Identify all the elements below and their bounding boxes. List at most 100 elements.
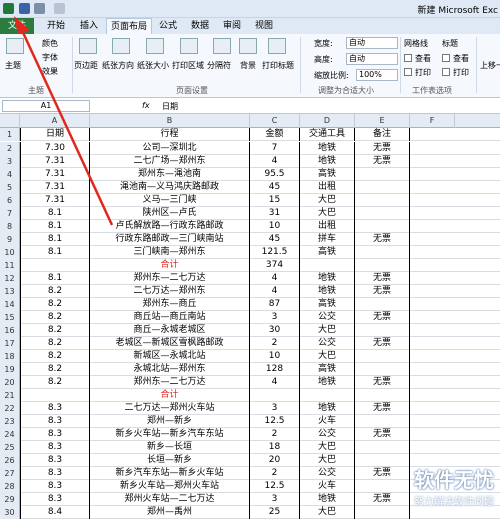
table-cell[interactable]: 45 xyxy=(250,181,300,194)
table-cell[interactable]: 128 xyxy=(250,363,300,376)
table-cell[interactable]: 2 xyxy=(250,428,300,441)
row-number[interactable]: 5 xyxy=(0,181,20,194)
background-button[interactable]: 背景 xyxy=(240,60,256,71)
margins-icon[interactable] xyxy=(79,38,97,54)
table-cell[interactable]: 大巴 xyxy=(300,207,355,220)
table-cell[interactable]: 8.2 xyxy=(20,337,90,350)
row-number[interactable]: 27 xyxy=(0,467,20,480)
table-cell[interactable] xyxy=(355,441,410,454)
table-cell[interactable]: 出租 xyxy=(300,220,355,233)
table-cell[interactable]: 8.2 xyxy=(20,376,90,389)
table-cell[interactable]: 8.4 xyxy=(20,506,90,519)
width-select[interactable]: 自动 xyxy=(346,37,398,49)
row-number[interactable]: 8 xyxy=(0,220,20,233)
row-number[interactable]: 7 xyxy=(0,207,20,220)
table-cell[interactable]: 新城区—永城北站 xyxy=(90,350,250,363)
table-cell[interactable]: 无票 xyxy=(355,272,410,285)
row-number[interactable]: 18 xyxy=(0,350,20,363)
table-cell[interactable]: 10 xyxy=(250,220,300,233)
table-cell[interactable]: 3 xyxy=(250,311,300,324)
gridlines-view-checkbox[interactable] xyxy=(404,54,412,62)
tab-file[interactable]: 文件 xyxy=(0,18,34,34)
redo-icon[interactable] xyxy=(54,3,65,14)
table-cell[interactable]: 火车 xyxy=(300,415,355,428)
table-cell[interactable]: 7 xyxy=(250,142,300,155)
row-number[interactable]: 10 xyxy=(0,246,20,259)
row-number[interactable]: 28 xyxy=(0,480,20,493)
table-cell[interactable]: 出租 xyxy=(300,181,355,194)
orientation-icon[interactable] xyxy=(112,38,130,54)
column-header-c[interactable]: C xyxy=(250,114,300,128)
table-cell[interactable]: 8.1 xyxy=(20,233,90,246)
table-cell[interactable]: 郑州东—渑池南 xyxy=(90,168,250,181)
size-icon[interactable] xyxy=(146,38,164,54)
table-cell[interactable]: 地铁 xyxy=(300,155,355,168)
row-number[interactable]: 24 xyxy=(0,428,20,441)
row-number[interactable]: 11 xyxy=(0,259,20,272)
row-number[interactable]: 29 xyxy=(0,493,20,506)
name-box[interactable]: A1 xyxy=(2,100,90,112)
table-cell[interactable]: 高铁 xyxy=(300,298,355,311)
table-cell[interactable]: 行政东路邮政—三门峡南站 xyxy=(90,233,250,246)
table-cell[interactable]: 大巴 xyxy=(300,350,355,363)
table-cell[interactable]: 陕州区—卢氏 xyxy=(90,207,250,220)
table-cell[interactable] xyxy=(355,298,410,311)
tab-insert[interactable]: 插入 xyxy=(74,18,104,34)
row-number[interactable]: 30 xyxy=(0,506,20,519)
table-cell[interactable]: 郑州火车站—二七万达 xyxy=(90,493,250,506)
header-date[interactable]: 日期 xyxy=(20,128,90,141)
save-icon[interactable] xyxy=(19,3,30,14)
table-cell[interactable]: 合计 xyxy=(90,259,250,272)
height-select[interactable]: 自动 xyxy=(346,53,398,65)
table-cell[interactable]: 8.2 xyxy=(20,285,90,298)
table-cell[interactable] xyxy=(300,389,355,402)
table-cell[interactable]: 7.31 xyxy=(20,194,90,207)
table-cell[interactable]: 8.2 xyxy=(20,311,90,324)
table-cell[interactable]: 合计 xyxy=(90,389,250,402)
table-cell[interactable]: 7.30 xyxy=(20,142,90,155)
table-cell[interactable]: 无票 xyxy=(355,376,410,389)
table-cell[interactable] xyxy=(355,363,410,376)
table-cell[interactable]: 30 xyxy=(250,324,300,337)
table-cell[interactable] xyxy=(355,324,410,337)
table-cell[interactable]: 8.3 xyxy=(20,480,90,493)
table-cell[interactable]: 地铁 xyxy=(300,142,355,155)
table-cell[interactable]: 7.31 xyxy=(20,168,90,181)
table-cell[interactable]: 4 xyxy=(250,155,300,168)
table-cell[interactable]: 永城北站—郑州东 xyxy=(90,363,250,376)
column-header-a[interactable]: A xyxy=(20,114,90,128)
table-cell[interactable]: 大巴 xyxy=(300,454,355,467)
table-cell[interactable]: 2 xyxy=(250,337,300,350)
print-area-button[interactable]: 打印区域 xyxy=(172,60,204,71)
column-header-f[interactable]: F xyxy=(410,114,455,128)
table-cell[interactable] xyxy=(355,389,410,402)
table-cell[interactable]: 12.5 xyxy=(250,480,300,493)
table-cell[interactable] xyxy=(355,415,410,428)
table-cell[interactable]: 地铁 xyxy=(300,402,355,415)
table-cell[interactable]: 义马—三门峡 xyxy=(90,194,250,207)
tab-home[interactable]: 开始 xyxy=(40,18,72,34)
table-cell[interactable]: 地铁 xyxy=(300,285,355,298)
column-header-e[interactable]: E xyxy=(355,114,410,128)
table-cell[interactable]: 20 xyxy=(250,454,300,467)
table-cell[interactable]: 3 xyxy=(250,493,300,506)
table-cell[interactable]: 大巴 xyxy=(300,506,355,519)
table-cell[interactable]: 无票 xyxy=(355,337,410,350)
print-titles-icon[interactable] xyxy=(268,38,286,54)
row-number[interactable]: 17 xyxy=(0,337,20,350)
table-cell[interactable]: 长垣—新乡 xyxy=(90,454,250,467)
table-cell[interactable]: 三门峡南—郑州东 xyxy=(90,246,250,259)
table-cell[interactable]: 渑池南—义马鸿庆路邮政 xyxy=(90,181,250,194)
table-cell[interactable]: 无票 xyxy=(355,428,410,441)
row-number[interactable]: 2 xyxy=(0,142,20,155)
background-icon[interactable] xyxy=(239,38,257,54)
table-cell[interactable]: 8.1 xyxy=(20,272,90,285)
table-cell[interactable]: 7.31 xyxy=(20,181,90,194)
table-cell[interactable]: 商丘—永城老城区 xyxy=(90,324,250,337)
row-number[interactable]: 12 xyxy=(0,272,20,285)
bring-forward-button[interactable]: 上移一 xyxy=(480,60,500,71)
table-cell[interactable]: 高铁 xyxy=(300,168,355,181)
table-cell[interactable]: 8.2 xyxy=(20,350,90,363)
theme-icon[interactable] xyxy=(6,38,24,54)
table-cell[interactable] xyxy=(355,350,410,363)
